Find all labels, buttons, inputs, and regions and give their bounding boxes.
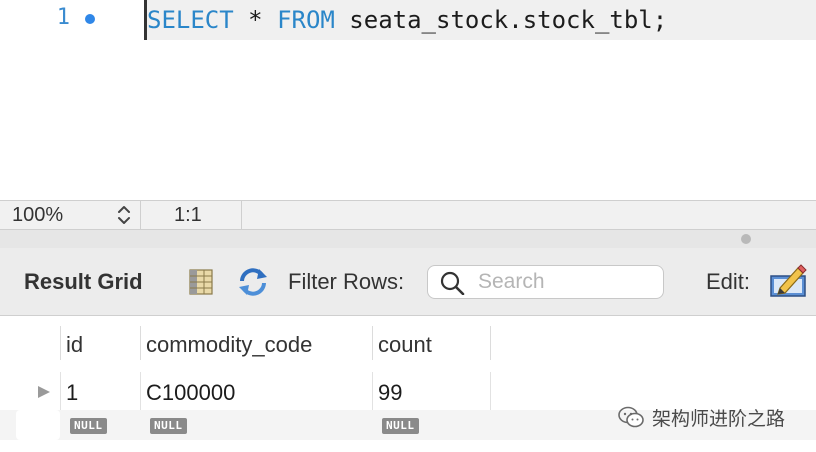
new-row-header xyxy=(16,410,60,440)
result-grid-title[interactable]: Result Grid xyxy=(24,269,143,295)
refresh-icon[interactable] xyxy=(236,266,270,298)
cell-separator xyxy=(60,372,61,410)
search-icon xyxy=(440,271,466,296)
null-cell-id[interactable]: NULL xyxy=(70,416,114,434)
result-grid-icon[interactable] xyxy=(188,268,214,296)
cell-count[interactable]: 99 xyxy=(378,380,402,406)
edit-pencil-icon[interactable] xyxy=(768,262,808,300)
sql-keyword-select: SELECT xyxy=(147,6,234,34)
watermark: 架构师进阶之路 xyxy=(618,400,785,434)
editor-status-bar: 100% 1:1 xyxy=(0,200,816,230)
zoom-level: 100% xyxy=(12,204,64,226)
text-cursor xyxy=(144,0,147,40)
wechat-logo-icon xyxy=(618,406,644,428)
up-down-chevron-icon[interactable] xyxy=(116,204,132,226)
cell-separator xyxy=(140,372,141,410)
editor-line-1[interactable]: 1 SELECT * FROM seata_stock.stock_tbl; xyxy=(0,0,816,40)
line-number: 1 xyxy=(56,5,70,30)
cell-separator xyxy=(490,372,491,410)
column-separator[interactable] xyxy=(140,326,141,360)
zoom-select[interactable]: 100% xyxy=(0,201,141,229)
null-badge: NULL xyxy=(70,418,107,434)
null-cell-count[interactable]: NULL xyxy=(382,416,426,434)
watermark-text: 架构师进阶之路 xyxy=(652,407,786,430)
column-header-commodity-code[interactable]: commodity_code xyxy=(146,332,312,358)
result-toolbar: Result Grid Filter Rows: Edit: xyxy=(0,248,816,316)
filter-search-input[interactable] xyxy=(478,269,658,295)
sql-select-star: * xyxy=(233,6,278,34)
panel-splitter[interactable] xyxy=(0,230,816,248)
null-badge: NULL xyxy=(382,418,419,434)
breakpoint-dot-icon[interactable] xyxy=(85,14,95,24)
filter-search-box[interactable] xyxy=(427,265,664,299)
column-separator[interactable] xyxy=(372,326,373,360)
column-separator[interactable] xyxy=(60,326,61,360)
row-pointer-icon xyxy=(36,384,52,400)
splitter-handle-icon[interactable] xyxy=(741,234,751,244)
sql-keyword-from: FROM xyxy=(277,6,335,34)
cursor-position-text: 1:1 xyxy=(174,204,202,226)
sql-table-name: seata_stock.stock_tbl; xyxy=(334,6,668,34)
edit-label: Edit: xyxy=(706,269,751,294)
sql-editor[interactable]: 1 SELECT * FROM seata_stock.stock_tbl; xyxy=(0,0,816,200)
grid-header-row: id commodity_code count xyxy=(0,316,816,370)
sql-query-text[interactable]: SELECT * FROM seata_stock.stock_tbl; xyxy=(147,0,816,40)
column-header-id[interactable]: id xyxy=(66,332,83,358)
cell-separator xyxy=(372,372,373,410)
null-cell-commodity-code[interactable]: NULL xyxy=(150,416,194,434)
cell-commodity-code[interactable]: C100000 xyxy=(146,380,235,406)
filter-rows-label: Filter Rows: xyxy=(288,269,405,294)
column-separator[interactable] xyxy=(490,326,491,360)
column-header-count[interactable]: count xyxy=(378,332,432,358)
null-badge: NULL xyxy=(150,418,187,434)
cursor-position: 1:1 xyxy=(140,201,242,229)
cell-id[interactable]: 1 xyxy=(66,380,78,406)
